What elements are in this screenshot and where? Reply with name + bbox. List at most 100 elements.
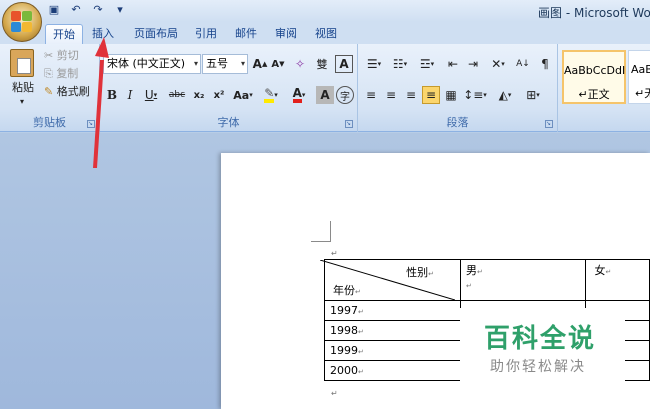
decrease-indent-icon: ⇤: [447, 57, 459, 71]
bullets-button[interactable]: ☰ ▾: [362, 55, 386, 73]
font-color-icon: A: [292, 87, 302, 103]
clipboard-launcher-icon[interactable]: ↘: [87, 120, 95, 128]
customize-qat-icon[interactable]: ▾: [112, 3, 128, 17]
format-painter-button[interactable]: ✎ 格式刷: [44, 84, 90, 100]
copy-button[interactable]: ⎘ 复制: [44, 66, 78, 82]
align-left-icon: ≡: [365, 88, 377, 102]
paste-icon[interactable]: [10, 49, 34, 77]
font-launcher-icon[interactable]: ↘: [345, 120, 353, 128]
bold-button[interactable]: B: [104, 86, 120, 104]
clear-format-button[interactable]: ✧: [290, 55, 310, 73]
brush-icon: ✎: [44, 85, 54, 98]
font-name-select[interactable]: 宋体 (中文正文) ▾: [103, 54, 201, 74]
char-shading-button[interactable]: A: [316, 86, 334, 104]
increase-indent-button[interactable]: ⇥: [464, 55, 482, 73]
distributed-button[interactable]: ▦: [442, 86, 460, 104]
tab-mailings[interactable]: 邮件: [230, 24, 262, 44]
show-marks-button[interactable]: ¶: [536, 55, 554, 73]
office-button[interactable]: [2, 2, 42, 42]
scissors-icon: ✂: [44, 49, 54, 62]
shrink-font-button[interactable]: A ▼: [270, 55, 286, 73]
style-normal-sample: AaBbCcDdI: [564, 64, 626, 77]
line-spacing-icon: ↕≡: [463, 88, 484, 102]
phonetic-guide-icon: 雙: [316, 58, 328, 71]
year-cell[interactable]: 1997↵: [324, 300, 461, 321]
chinese-layout-button[interactable]: ✕ ▾: [484, 55, 512, 73]
year-cell[interactable]: 1998↵: [324, 320, 461, 341]
tab-home[interactable]: 开始: [45, 24, 83, 44]
paragraph-launcher-icon[interactable]: ↘: [545, 120, 553, 128]
bullets-dropdown-icon: ▾: [377, 60, 382, 68]
highlighter-icon: ✎: [264, 87, 275, 103]
numbering-icon: ☷: [392, 57, 404, 71]
numbering-button[interactable]: ☷ ▾: [388, 55, 412, 73]
clipboard-group-label: 剪贴板: [33, 116, 66, 129]
style-no-spacing-name: ↵无: [635, 87, 650, 100]
watermark-main-text: 百科全说: [484, 324, 597, 354]
align-left-button[interactable]: ≡: [362, 86, 380, 104]
paragraph-mark: ↵: [331, 249, 338, 258]
style-no-spacing[interactable]: AaBb ↵无: [628, 50, 650, 104]
tab-references[interactable]: 引用: [190, 24, 222, 44]
highlight-dropdown-icon: ▾: [274, 91, 278, 99]
multilevel-dropdown-icon: ▾: [430, 60, 435, 68]
year-cell[interactable]: 1999↵: [324, 340, 461, 361]
increase-indent-icon: ⇥: [467, 57, 479, 71]
year-cell[interactable]: 2000↵: [324, 360, 461, 381]
redo-icon[interactable]: ↷: [90, 3, 106, 17]
sort-button[interactable]: A↓: [514, 55, 532, 73]
style-normal[interactable]: AaBbCcDdI ↵正文: [562, 50, 626, 104]
align-center-button[interactable]: ≡: [382, 86, 400, 104]
tab-view[interactable]: 视图: [310, 24, 342, 44]
font-name-dropdown-icon: ▾: [193, 59, 198, 68]
decrease-indent-button[interactable]: ⇤: [444, 55, 462, 73]
align-center-icon: ≡: [385, 88, 397, 102]
tab-review[interactable]: 审阅: [270, 24, 302, 44]
ribbon-tabs: 开始 插入 页面布局 引用 邮件 审阅 视图: [0, 22, 650, 44]
borders-button[interactable]: ⊞ ▾: [520, 86, 546, 104]
paste-dropdown-icon[interactable]: ▾: [20, 94, 24, 110]
underline-dropdown-icon: ▾: [153, 91, 158, 99]
align-right-button[interactable]: ≡: [402, 86, 420, 104]
change-case-dropdown-icon: ▾: [249, 91, 253, 99]
font-size-select[interactable]: 五号 ▾: [202, 54, 248, 74]
line-spacing-button[interactable]: ↕≡ ▾: [462, 86, 488, 104]
tab-insert[interactable]: 插入: [86, 24, 120, 44]
tab-page-layout[interactable]: 页面布局: [128, 24, 184, 44]
copy-label: 复制: [56, 67, 79, 80]
change-case-button[interactable]: Aa ▾: [230, 86, 256, 104]
line-spacing-dropdown-icon: ▾: [483, 91, 487, 99]
multilevel-list-button[interactable]: ☲ ▾: [414, 55, 440, 73]
justify-icon: ≡: [425, 88, 437, 102]
char-border-button[interactable]: A: [335, 55, 353, 73]
office-logo-icon: [11, 11, 33, 33]
underline-button[interactable]: U ▾: [140, 86, 162, 104]
cut-button[interactable]: ✂ 剪切: [44, 48, 79, 64]
char-shading-icon: A: [320, 88, 330, 102]
diagonal-header-cell[interactable]: 性别↵ 年份↵: [320, 259, 461, 301]
grow-font-button[interactable]: A ▲: [252, 55, 268, 73]
format-painter-label: 格式刷: [56, 85, 90, 98]
watermark: 百科全说 助你轻松解决: [460, 308, 625, 386]
male-header-cell[interactable]: 男↵ ↵: [459, 259, 587, 301]
superscript-button[interactable]: x²: [210, 86, 228, 104]
change-case-icon: Aa: [233, 88, 250, 102]
female-header-cell[interactable]: 女↵: [585, 259, 650, 301]
phonetic-guide-button[interactable]: 雙: [312, 55, 332, 73]
italic-button[interactable]: I: [122, 86, 138, 104]
undo-icon[interactable]: ↶: [68, 3, 84, 17]
highlight-button[interactable]: ✎ ▾: [258, 86, 284, 104]
subscript-button[interactable]: x₂: [190, 86, 208, 104]
font-group-label: 字体: [217, 116, 240, 129]
strikethrough-button[interactable]: abc: [166, 86, 188, 104]
char-border-icon: A: [339, 57, 349, 71]
quick-access-toolbar: ▣ ↶ ↷ ▾: [46, 3, 128, 17]
enclose-char-button[interactable]: 字: [336, 86, 354, 104]
style-normal-name: ↵正文: [578, 88, 610, 101]
chinese-layout-dropdown-icon: ▾: [501, 60, 505, 68]
paragraph-group: ☰ ▾ ☷ ▾ ☲ ▾ ⇤ ⇥ ✕ ▾ A↓ ¶ ≡ ≡ ≡ ≡ ▦ ↕≡ ▾ ◭ ▾ ⊞ ▾…: [358, 44, 558, 132]
justify-button[interactable]: ≡: [422, 86, 440, 104]
font-color-button[interactable]: A ▾: [286, 86, 312, 104]
save-icon[interactable]: ▣: [46, 3, 62, 17]
shading-button[interactable]: ◭ ▾: [492, 86, 518, 104]
